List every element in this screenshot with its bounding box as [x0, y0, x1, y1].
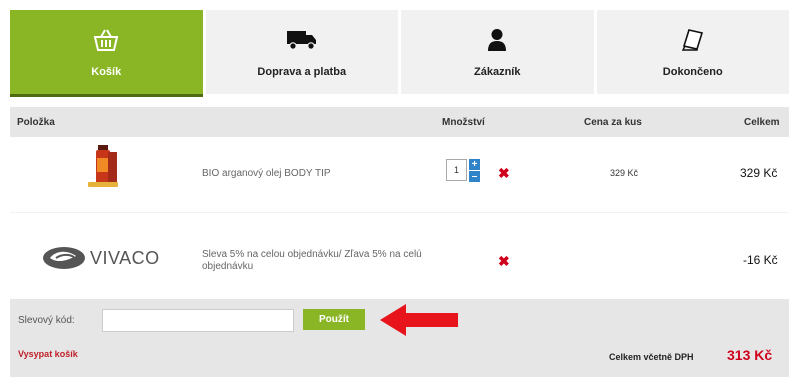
- table-row: VIVACO Sleva 5% na celou objednávku/ Zľa…: [10, 213, 789, 293]
- step-customer[interactable]: Zákazník: [401, 10, 594, 94]
- document-icon: [681, 26, 704, 54]
- quantity-decrease-button[interactable]: –: [469, 171, 480, 182]
- user-icon: [487, 26, 507, 54]
- quantity-field[interactable]: 1: [446, 159, 467, 181]
- header-item: Položka: [17, 117, 55, 128]
- table-header: Položka Množství Cena za kus Celkem: [10, 107, 789, 137]
- step-label: Zákazník: [474, 66, 521, 78]
- cart-footer: Slevový kód: Použít Vysypat košík Celkem…: [10, 299, 789, 377]
- cart-table: Položka Množství Cena za kus Celkem BIO …: [10, 107, 789, 293]
- empty-cart-link[interactable]: Vysypat košík: [18, 349, 78, 359]
- product-image: [85, 144, 121, 190]
- remove-item-icon[interactable]: ✖: [498, 253, 510, 270]
- step-done[interactable]: Dokončeno: [596, 10, 789, 94]
- header-total: Celkem: [744, 117, 780, 128]
- unit-price: 329 Kč: [610, 168, 639, 178]
- truck-icon: [286, 26, 318, 54]
- step-label: Košík: [91, 66, 122, 78]
- table-row: BIO arganový olej BODY TIP 1 + – ✖ 329 K…: [10, 137, 789, 213]
- red-arrow-annotation: [378, 302, 460, 343]
- step-label: Doprava a platba: [257, 66, 347, 78]
- total-label: Celkem včetně DPH: [609, 352, 694, 362]
- step-shipping[interactable]: Doprava a platba: [205, 10, 398, 94]
- coupon-input[interactable]: [102, 309, 294, 332]
- discount-name: Sleva 5% na celou objednávku/ Zľava 5% n…: [202, 249, 422, 272]
- product-name[interactable]: BIO arganový olej BODY TIP: [202, 168, 331, 180]
- row-total: 329 Kč: [740, 166, 778, 180]
- row-total: -16 Kč: [743, 253, 778, 267]
- vivaco-logo: VIVACO: [42, 246, 160, 270]
- checkout-steps: Košík Doprava a platba Zákazník Dokončen…: [10, 10, 789, 97]
- coupon-label: Slevový kód:: [18, 315, 75, 326]
- header-qty: Množství: [442, 117, 485, 128]
- apply-coupon-button[interactable]: Použít: [303, 309, 365, 330]
- remove-item-icon[interactable]: ✖: [498, 165, 510, 182]
- basket-icon: [93, 26, 119, 54]
- total-value: 313 Kč: [727, 347, 773, 363]
- header-unit-price: Cena za kus: [584, 117, 642, 128]
- quantity-increase-button[interactable]: +: [469, 159, 480, 170]
- logo-text: VIVACO: [90, 247, 160, 268]
- step-cart[interactable]: Košík: [10, 10, 203, 97]
- step-label: Dokončeno: [662, 66, 723, 78]
